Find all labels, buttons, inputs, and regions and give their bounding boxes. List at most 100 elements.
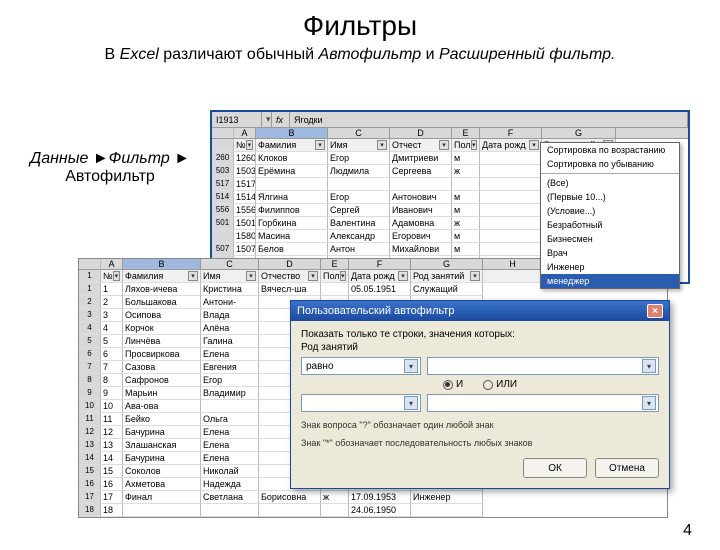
cell[interactable]: 17.09.1953 bbox=[349, 491, 411, 504]
cell[interactable]: Бачурина bbox=[123, 426, 201, 439]
col-header[interactable]: C bbox=[201, 259, 259, 269]
filter-header-cell[interactable]: №▾ bbox=[234, 139, 256, 152]
cell[interactable] bbox=[480, 230, 542, 243]
radio-and[interactable]: И bbox=[443, 379, 463, 390]
col-header[interactable]: A bbox=[234, 128, 256, 138]
name-box-dropdown[interactable]: ▾ bbox=[262, 112, 272, 127]
row-header[interactable]: 6 bbox=[79, 348, 101, 361]
chevron-down-icon[interactable]: ▾ bbox=[642, 396, 656, 410]
menu-sort-desc[interactable]: Сортировка по убыванию bbox=[541, 157, 679, 171]
cell[interactable]: 1260 bbox=[234, 152, 256, 165]
filter-dropdown-icon[interactable]: ▾ bbox=[470, 271, 480, 281]
cell[interactable]: Иванович bbox=[390, 204, 452, 217]
cell[interactable]: ж bbox=[452, 165, 480, 178]
ok-button[interactable]: ОК bbox=[523, 458, 587, 478]
cell[interactable] bbox=[480, 152, 542, 165]
cell[interactable] bbox=[452, 178, 480, 191]
filter-header-cell[interactable]: Отчест▾ bbox=[390, 139, 452, 152]
col-header[interactable]: E bbox=[452, 128, 480, 138]
filter-dropdown-icon[interactable]: ▾ bbox=[188, 271, 198, 281]
cell[interactable]: ж bbox=[452, 217, 480, 230]
cell[interactable]: 11 bbox=[101, 413, 123, 426]
row-header[interactable]: 556 bbox=[212, 204, 234, 217]
filter-header-cell[interactable]: Пол▾ bbox=[452, 139, 480, 152]
cell[interactable] bbox=[256, 178, 328, 191]
cell[interactable]: м bbox=[452, 230, 480, 243]
row-header[interactable]: 1 bbox=[79, 270, 101, 283]
filter-dropdown-icon[interactable]: ▾ bbox=[246, 271, 256, 281]
filter-header-cell[interactable]: Род занятий▾ bbox=[411, 270, 483, 283]
row-header[interactable]: 12 bbox=[79, 426, 101, 439]
cell[interactable]: м bbox=[452, 243, 480, 256]
filter-dropdown-icon[interactable]: ▾ bbox=[398, 271, 408, 281]
filter-header-cell[interactable]: №▾ bbox=[101, 270, 123, 283]
cell[interactable]: Ялгина bbox=[256, 191, 328, 204]
cell[interactable]: Большакова bbox=[123, 296, 201, 309]
cell[interactable]: Светлана bbox=[201, 491, 259, 504]
row-header[interactable]: 5 bbox=[79, 335, 101, 348]
cell[interactable]: Белов bbox=[256, 243, 328, 256]
cell[interactable]: Вячесл-ша bbox=[259, 283, 321, 296]
row-header[interactable]: 4 bbox=[79, 322, 101, 335]
cell[interactable]: 1 bbox=[101, 283, 123, 296]
cell[interactable]: Надежда bbox=[201, 478, 259, 491]
cell[interactable]: Людмила bbox=[328, 165, 390, 178]
filter-dropdown-icon[interactable]: ▾ bbox=[246, 140, 253, 150]
menu-custom[interactable]: (Условие...) bbox=[541, 204, 679, 218]
cell[interactable]: Дмитриеви bbox=[390, 152, 452, 165]
row-header[interactable]: 517 bbox=[212, 178, 234, 191]
filter-dropdown-icon[interactable]: ▾ bbox=[529, 140, 539, 150]
cell[interactable]: 1580 bbox=[234, 230, 256, 243]
cell[interactable] bbox=[480, 243, 542, 256]
cell[interactable]: м bbox=[452, 191, 480, 204]
row-header[interactable]: 13 bbox=[79, 439, 101, 452]
cell[interactable]: Евгения bbox=[201, 361, 259, 374]
cell[interactable]: Линчёва bbox=[123, 335, 201, 348]
filter-header-cell[interactable]: Фамилия▾ bbox=[256, 139, 328, 152]
cell[interactable]: 1556 bbox=[234, 204, 256, 217]
row-header[interactable]: 16 bbox=[79, 478, 101, 491]
cell[interactable]: Влада bbox=[201, 309, 259, 322]
cell[interactable]: Масина bbox=[256, 230, 328, 243]
cell[interactable]: Ляхов-ичева bbox=[123, 283, 201, 296]
cell[interactable]: Сергеева bbox=[390, 165, 452, 178]
cell[interactable]: 6 bbox=[101, 348, 123, 361]
close-icon[interactable]: × bbox=[647, 304, 663, 318]
filter-header-cell[interactable] bbox=[483, 270, 543, 283]
col-header[interactable]: F bbox=[349, 259, 411, 269]
cell[interactable]: 2 bbox=[101, 296, 123, 309]
row-header[interactable]: 17 bbox=[79, 491, 101, 504]
cell[interactable]: Владимир bbox=[201, 387, 259, 400]
cell[interactable] bbox=[480, 217, 542, 230]
cell[interactable]: Антон bbox=[328, 243, 390, 256]
condition1-operator[interactable]: равно▾ bbox=[301, 357, 421, 375]
cell[interactable]: Егор bbox=[328, 191, 390, 204]
cell[interactable]: 18 bbox=[101, 504, 123, 517]
cell[interactable]: м bbox=[452, 204, 480, 217]
row-header[interactable]: 503 bbox=[212, 165, 234, 178]
cell[interactable]: Егорович bbox=[390, 230, 452, 243]
cell[interactable] bbox=[259, 504, 321, 517]
cell[interactable]: 17 bbox=[101, 491, 123, 504]
row-header[interactable]: 260 bbox=[212, 152, 234, 165]
cell[interactable]: Финал bbox=[123, 491, 201, 504]
filter-header-cell[interactable]: Имя▾ bbox=[328, 139, 390, 152]
cell[interactable]: Служащий bbox=[411, 283, 483, 296]
fx-button[interactable]: fx bbox=[272, 112, 290, 127]
name-box[interactable]: I1913 bbox=[212, 112, 262, 127]
cancel-button[interactable]: Отмена bbox=[595, 458, 659, 478]
menu-top10[interactable]: (Первые 10...) bbox=[541, 190, 679, 204]
row-header[interactable]: 501 bbox=[212, 217, 234, 230]
cell[interactable]: Ава-ова bbox=[123, 400, 201, 413]
cell[interactable]: Елена bbox=[201, 452, 259, 465]
formula-input[interactable]: Ягодки bbox=[290, 112, 688, 127]
cell[interactable]: Елена bbox=[201, 439, 259, 452]
menu-sort-asc[interactable]: Сортировка по возрастанию bbox=[541, 143, 679, 157]
filter-header-cell[interactable]: Отчество▾ bbox=[259, 270, 321, 283]
menu-all[interactable]: (Все) bbox=[541, 176, 679, 190]
cell[interactable]: Николай bbox=[201, 465, 259, 478]
col-header[interactable]: B bbox=[123, 259, 201, 269]
cell[interactable] bbox=[390, 178, 452, 191]
cell[interactable]: Валентина bbox=[328, 217, 390, 230]
filter-dropdown-icon[interactable]: ▾ bbox=[308, 271, 318, 281]
